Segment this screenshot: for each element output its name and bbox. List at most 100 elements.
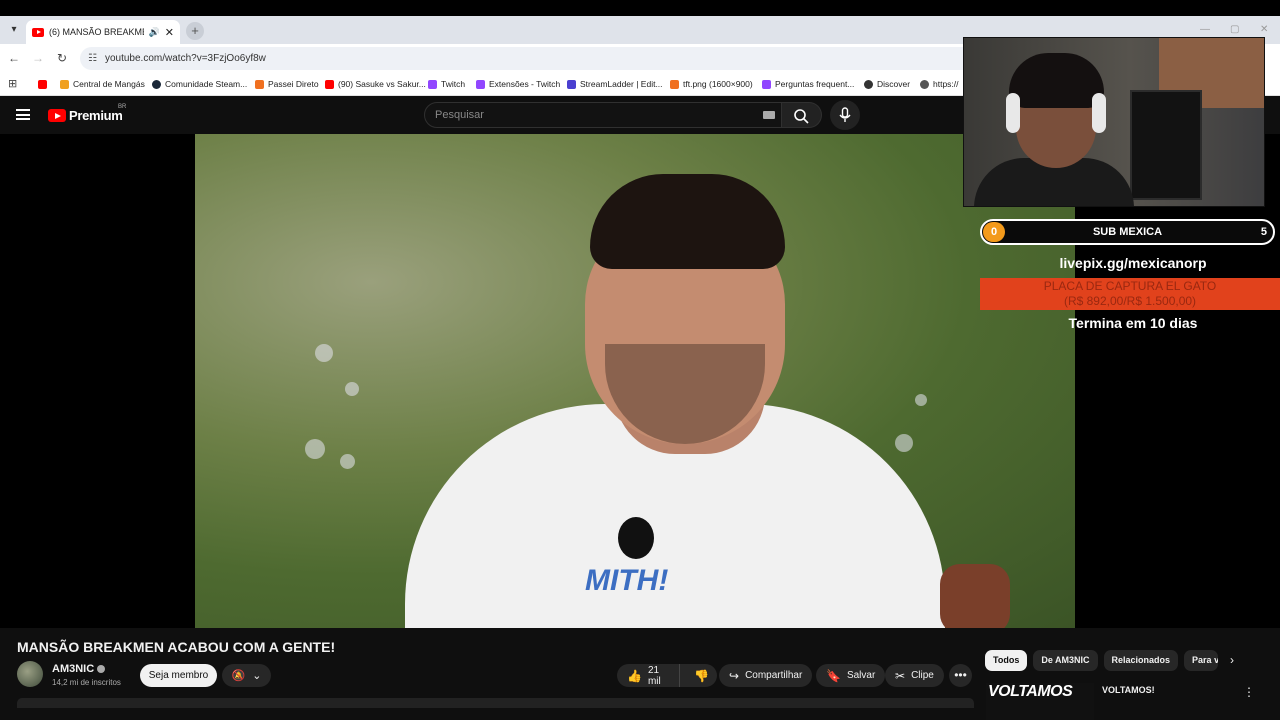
scissors-icon: ✂ [895, 668, 906, 683]
more-actions-button[interactable]: ••• [949, 664, 972, 687]
prize-line-2: (R$ 892,00/R$ 1.500,00) [1063, 294, 1197, 308]
channel-avatar[interactable] [17, 661, 43, 687]
bokeh-light [915, 394, 927, 406]
image-icon [670, 79, 679, 89]
share-label: Compartilhar [745, 670, 803, 681]
headphone-icon [1006, 93, 1020, 133]
bookmark-item[interactable]: https:// [920, 77, 959, 91]
related-video-thumbnail[interactable]: VOLTAMOS [986, 683, 1094, 720]
goal-ends-text: Termina em 10 dias [1068, 315, 1198, 331]
thumbnail-text: VOLTAMOS [988, 683, 1073, 700]
chevron-right-icon[interactable]: › [1230, 653, 1234, 667]
share-icon: ↪ [729, 668, 740, 683]
back-icon[interactable]: ← [6, 50, 22, 66]
verified-icon [97, 665, 106, 674]
join-button[interactable]: Seja membro [140, 664, 217, 687]
bookmark-item[interactable]: Passei Direto [255, 77, 319, 91]
bookmark-item[interactable]: Discover [864, 77, 910, 91]
headphone-icon [1092, 93, 1106, 133]
forward-icon[interactable]: → [30, 50, 46, 66]
channel-name[interactable]: AM3NIC [52, 663, 106, 675]
youtube-favicon-icon [32, 27, 44, 37]
speaker-icon[interactable]: 🔊 [149, 27, 160, 38]
bookmark-label: tft.png (1600×900) [683, 79, 753, 89]
bookmark-item[interactable]: (90) Sasuke vs Sakur... [325, 77, 426, 91]
pc-case [1130, 90, 1202, 200]
thumbs-down-icon: 👎 [694, 668, 709, 683]
tab-title: (6) MANSÃO BREAKMEN A [49, 27, 144, 37]
video-title: MANSÃO BREAKMEN ACABOU COM A GENTE! [17, 639, 336, 655]
description-box[interactable] [17, 698, 974, 708]
menu-icon[interactable] [16, 109, 30, 120]
bookmark-label: Comunidade Steam... [165, 79, 248, 89]
save-button[interactable]: 🔖 Salvar [816, 664, 886, 687]
discover-icon [864, 79, 873, 89]
dislike-button[interactable]: 👎 [686, 669, 717, 683]
related-video-title[interactable]: VOLTAMOS! [1102, 685, 1155, 695]
site-info-icon[interactable]: ☷ [88, 53, 97, 64]
like-button[interactable]: 👍 21 mil [617, 664, 681, 687]
bookmark-item[interactable]: Twitch [428, 77, 465, 91]
tab-close-icon[interactable]: ✕ [165, 26, 174, 39]
twitch-icon [428, 79, 437, 89]
like-count: 21 mil [647, 664, 661, 687]
search-icon [794, 109, 809, 124]
apps-grid-icon[interactable]: ⊞ [8, 77, 17, 90]
bookmark-item[interactable]: Perguntas frequent... [762, 77, 854, 91]
bookmark-youtube[interactable] [38, 77, 47, 91]
streamer-webcam [963, 37, 1265, 207]
chevron-down-icon: ⌄ [252, 670, 262, 682]
minimize-icon[interactable]: — [1200, 24, 1210, 35]
bookmark-label: Twitch [441, 79, 466, 89]
video-player[interactable]: MITH! [0, 134, 1280, 628]
maximize-icon[interactable]: ▢ [1230, 24, 1239, 35]
streamladder-icon [567, 79, 576, 89]
reload-icon[interactable]: ↻ [54, 50, 70, 66]
bookmark-icon: 🔖 [826, 668, 841, 683]
bookmark-label: Passei Direto [268, 79, 319, 89]
bookmark-item[interactable]: Extensões - Twitch [476, 77, 560, 91]
voice-search-button[interactable] [830, 100, 860, 130]
bookmark-item[interactable]: StreamLadder | Edit... [567, 77, 663, 91]
new-tab-button[interactable]: + [186, 22, 204, 40]
bookmark-icon [60, 79, 69, 89]
search-button[interactable] [782, 102, 822, 128]
streamer-hair [1009, 53, 1104, 108]
bookmark-label: Perguntas frequent... [775, 79, 855, 89]
globe-icon [920, 79, 929, 89]
share-button[interactable]: ↪ Compartilhar [719, 664, 813, 687]
chip-related[interactable]: Relacionados [1103, 650, 1179, 671]
kebab-menu-icon[interactable]: ⋮ [1243, 685, 1255, 699]
bookmark-item[interactable]: Comunidade Steam... [152, 77, 247, 91]
subscription-bell-button[interactable]: 🔕 ⌄ [222, 664, 271, 687]
browser-tab-active[interactable]: (6) MANSÃO BREAKMEN A 🔊 ✕ [26, 20, 180, 44]
sub-goal-bar: SUB MEXICA 0 5 [980, 219, 1275, 245]
youtube-icon [325, 79, 334, 89]
bokeh-light [340, 454, 355, 469]
youtube-play-icon [48, 109, 66, 122]
bookmark-label: Extensões - Twitch [489, 79, 561, 89]
bookmark-label: (90) Sasuke vs Sakur... [338, 79, 426, 89]
goal-name: SUB MEXICA [1092, 226, 1163, 238]
goal-target: 5 [1260, 226, 1267, 238]
bookmark-label: Discover [877, 79, 911, 89]
logo-region: BR [118, 104, 127, 110]
youtube-icon [38, 79, 47, 89]
youtube-premium-logo[interactable]: Premium BR [48, 104, 126, 123]
tab-search-button[interactable]: ▾ [6, 22, 22, 38]
bookmark-item[interactable]: tft.png (1600×900) [670, 77, 753, 91]
address-bar[interactable]: ☷ youtube.com/watch?v=3FzjOo6yf8w [80, 47, 980, 70]
video-info-section: MANSÃO BREAKMEN ACABOU COM A GENTE! AM3N… [0, 628, 1280, 720]
bookmark-item[interactable]: Central de Mangás [60, 77, 145, 91]
clip-button[interactable]: ✂ Clipe [885, 664, 944, 687]
search-input[interactable]: Pesquisar [424, 102, 782, 128]
channel-name-text[interactable]: AM3NIC [52, 663, 94, 675]
address-url[interactable]: youtube.com/watch?v=3FzjOo6yf8w [105, 53, 266, 64]
close-window-icon[interactable]: ✕ [1260, 24, 1268, 35]
chip-for-you[interactable]: Para vo [1184, 650, 1219, 671]
shirt-logo: MITH! [585, 564, 669, 597]
video-frame[interactable]: MITH! [195, 134, 1075, 628]
chip-all[interactable]: Todos [985, 650, 1028, 671]
chip-from-channel[interactable]: De AM3NIC [1033, 650, 1098, 671]
keyboard-icon[interactable] [763, 111, 775, 119]
